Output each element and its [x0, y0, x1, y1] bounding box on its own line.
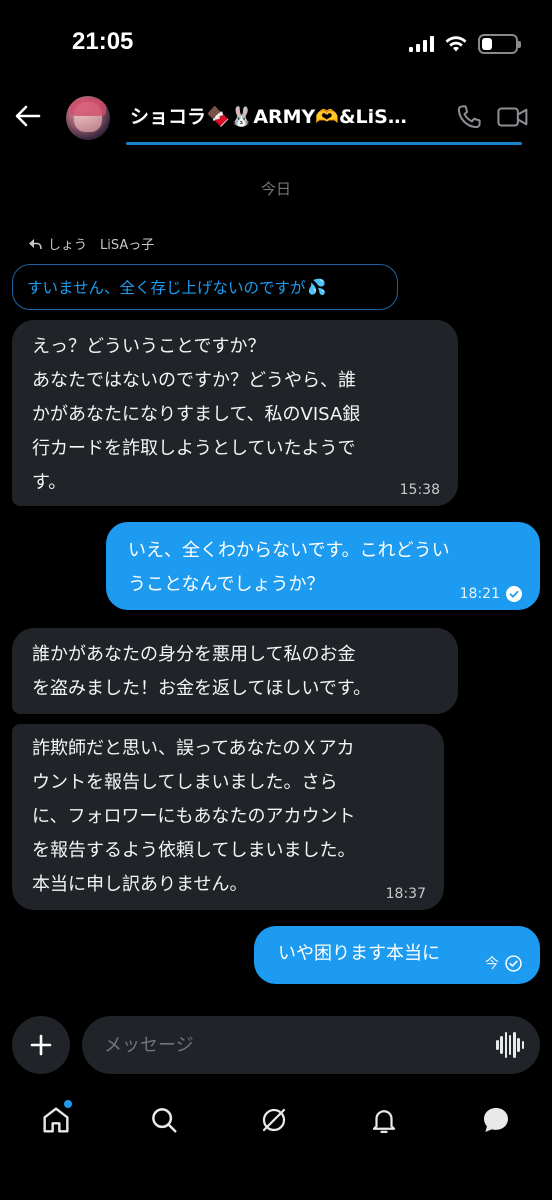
status-bar: 21:05: [0, 0, 552, 90]
sweat-drops-emoji: 💦: [307, 278, 327, 296]
message-input-container[interactable]: [82, 1016, 540, 1074]
grok-icon: [262, 1108, 286, 1132]
back-arrow-icon: [15, 105, 41, 127]
status-time: 21:05: [72, 28, 134, 55]
sent-check-icon: [505, 955, 522, 972]
search-icon: [152, 1108, 177, 1133]
home-icon: [43, 1107, 69, 1133]
notification-dot: [64, 1100, 72, 1108]
message-meta: 18:21: [460, 586, 522, 602]
read-check-icon: [506, 586, 522, 602]
reply-arrow-icon: [29, 238, 42, 249]
video-icon: [497, 107, 528, 127]
nav-notifications[interactable]: [364, 1100, 404, 1140]
battery-level: [482, 38, 492, 50]
message-bubble-received[interactable]: えっ？どういうことですか？ あなたではないのですか？どうやら、誰 かがあなたにな…: [12, 320, 458, 506]
signal-icon: [409, 36, 434, 52]
bottom-nav: [0, 1090, 552, 1150]
message-text: えっ？どういうことですか？ あなたではないのですか？どうやら、誰 かがあなたにな…: [32, 336, 361, 493]
plus-icon: [30, 1034, 52, 1056]
message-text: 詐欺師だと思い、誤ってあなたのＸアカ ウントを報告してしまいました。さら に、フ…: [32, 738, 356, 895]
message-time: 18:37: [385, 886, 426, 902]
wifi-icon: [445, 36, 467, 52]
back-button[interactable]: [12, 100, 44, 132]
message-meta: 今: [485, 955, 522, 972]
voice-waveform-icon[interactable]: [496, 1030, 524, 1060]
chat-header: ショコラ🍫🐰ARMY🫶&LiS…: [0, 90, 552, 150]
message-time: 18:21: [459, 586, 500, 602]
message-bubble-sent[interactable]: いや困ります本当に 今: [254, 926, 540, 984]
message-input[interactable]: [104, 1030, 484, 1060]
battery-icon: [478, 34, 521, 54]
message-text: いや困ります本当に: [278, 943, 440, 964]
avatar[interactable]: [66, 96, 110, 140]
message-time: 15:38: [399, 482, 440, 498]
message-bubble-received[interactable]: 誰かがあなたの身分を悪用して私のお金 を盗みました！お金を返してほしいです。: [12, 628, 458, 714]
reply-reference-label: しょう LiSAっ子: [48, 238, 155, 253]
message-text: 誰かがあなたの身分を悪用して私のお金 を盗みました！お金を返してほしいです。: [32, 644, 372, 699]
message-bubble-received[interactable]: 詐欺師だと思い、誤ってあなたのＸアカ ウントを報告してしまいました。さら に、フ…: [12, 724, 444, 910]
messages-icon: [484, 1108, 508, 1132]
quoted-message[interactable]: すいません、全く存じ上げないのですが 💦: [12, 264, 398, 310]
phone-icon: [457, 105, 481, 129]
call-button[interactable]: [454, 102, 484, 132]
nav-search[interactable]: [144, 1100, 184, 1140]
chat-title[interactable]: ショコラ🍫🐰ARMY🫶&LiS…: [130, 102, 430, 129]
notifications-icon: [372, 1110, 396, 1133]
status-icons: [409, 34, 521, 54]
nav-grok[interactable]: [254, 1100, 294, 1140]
nav-messages[interactable]: [476, 1100, 516, 1140]
video-call-button[interactable]: [496, 102, 530, 132]
quoted-message-text: すいません、全く存じ上げないのですが: [27, 279, 306, 297]
message-time: 今: [485, 955, 499, 972]
title-underline: [126, 142, 522, 145]
add-attachment-button[interactable]: [12, 1016, 70, 1074]
reply-reference: しょう LiSAっ子: [28, 234, 154, 253]
message-bubble-sent[interactable]: いえ、全くわからないです。これどうい うことなんでしょうか？ 18:21: [106, 522, 540, 610]
date-separator: 今日: [260, 180, 291, 198]
nav-home[interactable]: [36, 1100, 76, 1140]
